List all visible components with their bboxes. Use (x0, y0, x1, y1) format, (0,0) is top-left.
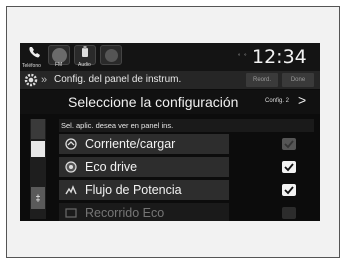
signal-indicator: ° ° (238, 54, 248, 60)
display-screen: Teléfono FM Audio ° ° 12:34 » Config. de… (20, 43, 320, 221)
check-icon (284, 140, 294, 149)
check-icon (284, 186, 294, 195)
list-item-power-flow[interactable]: Flujo de Potencia (59, 180, 314, 200)
list-item-label: Eco drive (85, 160, 138, 174)
phone-icon (29, 47, 40, 58)
list-item-eco-drive[interactable]: Eco drive (59, 157, 314, 177)
usb-icon (82, 46, 88, 57)
scroll-up-button[interactable] (31, 119, 45, 139)
phone-label: Teléfono (22, 63, 41, 69)
check-icon (284, 163, 294, 172)
scroll-down-button[interactable]: ‡ (31, 187, 45, 209)
checkbox-power-flow[interactable] (282, 184, 296, 196)
app-icon (104, 49, 118, 62)
select-config-row[interactable]: Seleccione la configuración Config. 2 > (20, 90, 320, 114)
page-title: Config. del panel de instrum. (54, 74, 182, 85)
done-button[interactable]: Done (282, 73, 314, 87)
fm-label: FM (55, 62, 63, 68)
apps-button[interactable] (100, 45, 122, 65)
list-item-trip[interactable]: Recorrido Eco (59, 203, 314, 221)
checkbox-trip[interactable] (282, 207, 296, 219)
list-item-label: Flujo de Potencia (85, 183, 182, 197)
config-label: Config. 2 (265, 98, 290, 104)
reorder-button[interactable]: Reord. (246, 73, 278, 87)
power-flow-icon (65, 185, 77, 195)
scroll-thumb[interactable] (31, 141, 45, 157)
scrollbar[interactable]: ‡ (30, 119, 46, 219)
status-bar: Teléfono FM Audio ° ° 12:34 (20, 43, 320, 71)
instruction-text: Sel. aplic. desea ver en panel ins. (59, 119, 314, 132)
checkbox-eco-drive[interactable] (282, 161, 296, 173)
audio-label: Audio (78, 62, 91, 68)
trip-icon (65, 208, 77, 218)
checkbox-charge[interactable] (282, 138, 296, 150)
scroll-down-icon: ‡ (35, 193, 41, 203)
list-item-label: Recorrido Eco (85, 206, 165, 220)
chevron-right-icon: > (298, 92, 307, 108)
clock: 12:34 (252, 46, 307, 68)
select-config-title: Seleccione la configuración (68, 94, 239, 110)
radio-icon (51, 48, 67, 63)
settings-header: » Config. del panel de instrum. Reord. D… (20, 71, 320, 89)
gear-icon (24, 73, 38, 87)
eco-drive-icon (65, 161, 77, 173)
breadcrumb-chevron-icon: » (41, 74, 48, 86)
charge-icon (65, 138, 77, 150)
list-item-charge[interactable]: Corriente/cargar (59, 134, 314, 154)
list-item-label: Corriente/cargar (85, 137, 176, 151)
